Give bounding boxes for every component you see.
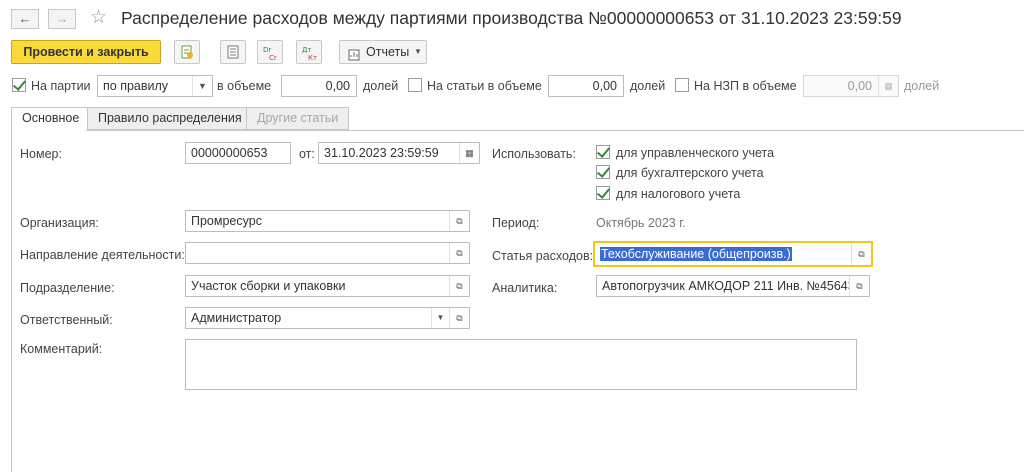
tax-accounting-checkbox[interactable] xyxy=(596,186,610,200)
dt-ct-icon: Dr Cr xyxy=(263,46,277,61)
list-button[interactable] xyxy=(220,40,246,64)
comment-label: Комментарий: xyxy=(20,342,103,356)
arrow-right-icon: → xyxy=(55,11,69,26)
to-items-checkbox[interactable] xyxy=(408,78,422,92)
star-icon[interactable]: ☆ xyxy=(90,6,107,29)
direction-input[interactable]: ⧉ xyxy=(185,242,470,264)
wip-volume-input: 0,00 ▦ xyxy=(803,75,899,97)
open-icon[interactable]: ⧉ xyxy=(449,276,469,296)
dt-ct-button[interactable]: Dr Cr xyxy=(257,40,283,64)
date-value: 31.10.2023 23:59:59 xyxy=(324,146,439,160)
direction-label: Направление деятельности: xyxy=(20,248,185,262)
calendar-icon[interactable]: ▦ xyxy=(459,143,479,163)
volume-label: в объеме xyxy=(217,79,272,93)
responsible-label: Ответственный: xyxy=(20,313,113,327)
analytics-label: Аналитика: xyxy=(492,281,558,295)
reports-label: Отчеты xyxy=(366,45,410,59)
expense-item-input[interactable]: Техобслуживание (общепроизв.) ⧉ xyxy=(593,241,873,267)
rule-select[interactable]: по правилу ▼ xyxy=(97,75,213,97)
to-batches-checkbox[interactable] xyxy=(12,78,26,92)
dt-label: Dr xyxy=(263,46,271,54)
date-input[interactable]: 31.10.2023 23:59:59 ▦ xyxy=(318,142,480,164)
to-items-label: На статьи в объеме xyxy=(427,79,542,93)
ct-ru-label: Кт xyxy=(308,54,317,61)
tab-distribution-rule[interactable]: Правило распределения xyxy=(87,107,253,130)
management-accounting-label: для управленческого учета xyxy=(616,146,775,160)
shares-label-3: долей xyxy=(904,79,940,93)
use-label: Использовать: xyxy=(492,147,576,161)
document-structure-icon xyxy=(181,45,193,59)
calculator-icon: ▦ xyxy=(878,76,898,96)
open-icon[interactable]: ⧉ xyxy=(449,211,469,231)
open-icon[interactable]: ⧉ xyxy=(851,243,871,265)
panel-border xyxy=(11,130,12,472)
chevron-down-icon[interactable]: ▼ xyxy=(192,76,212,96)
expense-item-value: Техобслуживание (общепроизв.) xyxy=(600,247,792,261)
post-and-close-button[interactable]: Провести и закрыть xyxy=(11,40,161,64)
back-button[interactable]: ← xyxy=(11,9,39,29)
accounting-checkbox[interactable] xyxy=(596,165,610,179)
rule-value: по правилу xyxy=(103,79,169,93)
division-input[interactable]: Участок сборки и упаковки ⧉ xyxy=(185,275,470,297)
arrow-left-icon: ← xyxy=(18,11,32,26)
to-wip-label: На НЗП в объеме xyxy=(694,79,797,93)
ct-label: Cr xyxy=(269,54,277,61)
document-structure-button[interactable] xyxy=(174,40,200,64)
batches-volume-input[interactable]: 0,00 xyxy=(281,75,357,97)
reports-icon xyxy=(348,46,360,68)
number-input[interactable]: 00000000653 xyxy=(185,142,291,164)
open-icon[interactable]: ⧉ xyxy=(449,308,469,328)
tab-other-items: Другие статьи xyxy=(246,107,350,130)
tab-divider xyxy=(86,130,1024,131)
dt-ct-journal-icon: Дт Кт xyxy=(302,46,317,61)
division-value: Участок сборки и упаковки xyxy=(191,279,346,293)
tax-accounting-label: для налогового учета xyxy=(616,187,741,201)
dt-ct-journal-button[interactable]: Дт Кт xyxy=(296,40,322,64)
shares-label: долей xyxy=(363,79,399,93)
shares-label-2: долей xyxy=(630,79,666,93)
organization-value: Промресурс xyxy=(191,214,262,228)
responsible-input[interactable]: Администратор ▼ ⧉ xyxy=(185,307,470,329)
chevron-down-icon[interactable]: ▼ xyxy=(431,308,449,328)
period-label: Период: xyxy=(492,216,540,230)
analytics-value: Автопогрузчик АМКОДОР 211 Инв. №4564З xyxy=(602,279,856,293)
responsible-value: Администратор xyxy=(191,311,282,325)
open-icon[interactable]: ⧉ xyxy=(849,276,869,296)
reports-menu-button[interactable]: Отчеты ▼ xyxy=(339,40,427,64)
forward-button[interactable]: → xyxy=(48,9,76,29)
page-title: Распределение расходов между партиями пр… xyxy=(121,8,902,28)
list-icon xyxy=(227,45,239,59)
wip-volume-value: 0,00 xyxy=(847,79,872,93)
open-icon[interactable]: ⧉ xyxy=(449,243,469,263)
to-wip-checkbox[interactable] xyxy=(675,78,689,92)
chevron-down-icon: ▼ xyxy=(414,47,422,56)
to-batches-label: На партии xyxy=(31,79,91,93)
items-volume-input[interactable]: 0,00 xyxy=(548,75,624,97)
organization-input[interactable]: Промресурс ⧉ xyxy=(185,210,470,232)
organization-label: Организация: xyxy=(20,216,99,230)
accounting-label: для бухгалтерского учета xyxy=(616,166,764,180)
dt-ru-label: Дт xyxy=(302,46,312,54)
comment-textarea[interactable] xyxy=(185,339,857,390)
date-label: от: xyxy=(299,147,315,161)
period-value: Октябрь 2023 г. xyxy=(596,216,686,230)
management-accounting-checkbox[interactable] xyxy=(596,145,610,159)
tab-main[interactable]: Основное xyxy=(11,107,91,131)
number-label: Номер: xyxy=(20,147,62,161)
expense-item-label: Статья расходов: xyxy=(492,249,594,263)
division-label: Подразделение: xyxy=(20,281,115,295)
analytics-input[interactable]: Автопогрузчик АМКОДОР 211 Инв. №4564З ⧉ xyxy=(596,275,870,297)
